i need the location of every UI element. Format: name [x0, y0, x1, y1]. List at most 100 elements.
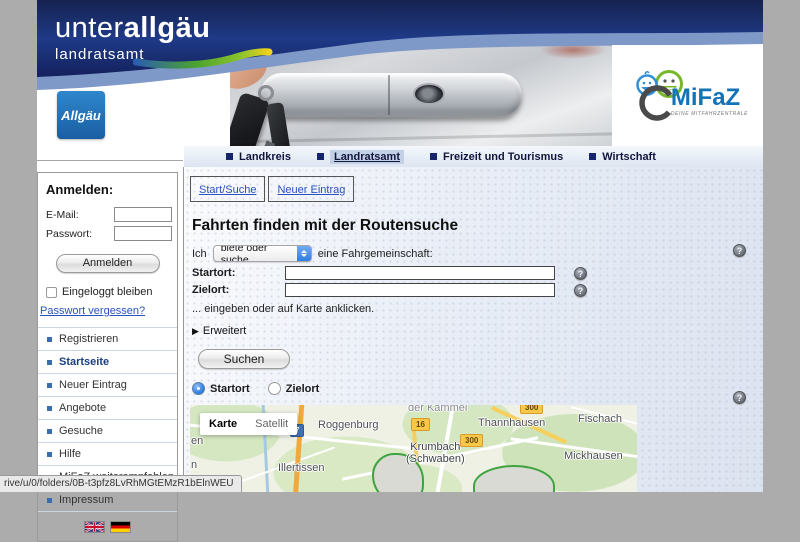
help-icon[interactable]: ?	[733, 391, 746, 404]
nav-item-landratsamt[interactable]: Landratsamt	[317, 150, 404, 164]
ziel-input[interactable]	[285, 283, 555, 297]
stay-logged-in-checkbox[interactable]	[46, 287, 57, 298]
login-button[interactable]: Anmelden	[56, 254, 160, 273]
menu-bullet-icon	[47, 337, 52, 342]
menu-label: Registrieren	[59, 333, 118, 345]
password-label: Passwort:	[46, 228, 92, 240]
sidebar-item-registrieren[interactable]: Registrieren	[38, 327, 177, 350]
mifaz-textcol: MiFaZ DEINE MITFAHRZENTRALE	[671, 87, 748, 117]
password-field[interactable]	[114, 226, 172, 241]
nav-label: Landkreis	[239, 151, 291, 163]
map-canvas[interactable]: der Kammel Roggenburg Thannhausen Fischa…	[190, 405, 637, 492]
uk-flag-icon[interactable]	[84, 521, 105, 533]
help-icon[interactable]: ?	[574, 267, 587, 280]
main-content: Start/Suche Neuer Eintrag Fahrten finden…	[184, 167, 763, 492]
tab-start-suche[interactable]: Start/Suche	[190, 176, 265, 202]
mifaz-tagline: DEINE MITFAHRZENTRALE	[671, 111, 748, 117]
language-flags	[38, 521, 177, 533]
mode-select[interactable]: biete oder suche	[213, 245, 312, 262]
email-row: E-Mail:	[46, 207, 172, 222]
start-input[interactable]	[285, 266, 555, 280]
map-label: Thannhausen	[478, 417, 545, 429]
start-row: Startort:	[192, 266, 555, 280]
map-label: Mickhausen	[564, 450, 623, 462]
logo-text-bold: allgäu	[124, 12, 211, 44]
ziel-label: Zielort:	[192, 284, 285, 296]
email-field[interactable]	[114, 207, 172, 222]
sidebar-item-hilfe[interactable]: Hilfe	[38, 442, 177, 465]
header: unterallgäu landratsamt Allgäu	[37, 0, 763, 146]
radio-unselected-icon[interactable]	[268, 382, 281, 395]
menu-bullet-icon	[47, 452, 52, 457]
german-flag-icon[interactable]	[110, 521, 131, 533]
search-button[interactable]: Suchen	[198, 349, 290, 369]
sidebar-item-angebote[interactable]: Angebote	[38, 396, 177, 419]
route-badge: 300	[520, 405, 543, 414]
district-boundary	[473, 465, 555, 492]
content-tabs: Start/Suche Neuer Eintrag	[190, 176, 354, 202]
sidebar-divider	[37, 160, 183, 161]
advanced-toggle[interactable]: ▶Erweitert	[192, 325, 246, 337]
sentence-suffix: eine Fahrgemeinschaft:	[318, 248, 433, 260]
menu-label: Gesuche	[59, 425, 103, 437]
help-icon[interactable]: ?	[733, 244, 746, 257]
menu-label: Hilfe	[59, 448, 81, 460]
start-label: Startort:	[192, 267, 285, 279]
tab-start-suche-link[interactable]: Start/Suche	[199, 184, 256, 196]
radio-startort[interactable]: Startort	[192, 382, 250, 395]
allgaeu-badge-label: Allgäu	[61, 108, 101, 123]
mifaz-logo-inner: MiFaZ DEINE MITFAHRZENTRALE	[627, 69, 748, 123]
radio-zielort[interactable]: Zielort	[268, 382, 320, 395]
map-mode-radios: Startort Zielort	[192, 382, 319, 395]
nav-item-landkreis[interactable]: Landkreis	[226, 151, 291, 163]
sidebar-item-neuer-eintrag[interactable]: Neuer Eintrag	[38, 373, 177, 396]
menu-label: Neuer Eintrag	[59, 379, 127, 391]
login-title: Anmelden:	[46, 182, 177, 197]
forgot-password-link[interactable]: Passwort vergessen?	[40, 305, 145, 317]
allgaeu-badge[interactable]: Allgäu	[57, 91, 105, 139]
map-hint-text: ... eingeben oder auf Karte anklicken.	[192, 303, 374, 315]
nav-bullet-icon	[430, 153, 437, 160]
nav-bullet-icon	[226, 153, 233, 160]
menu-bullet-icon	[47, 383, 52, 388]
tab-neuer-eintrag-link[interactable]: Neuer Eintrag	[277, 184, 345, 196]
map-type-control: Karte Satellit	[200, 413, 297, 435]
tab-neuer-eintrag[interactable]: Neuer Eintrag	[268, 176, 354, 202]
radio-startort-label: Startort	[210, 383, 250, 395]
status-bar: rive/u/0/folders/0B-t3pfz8LvRhMGtEMzR1bE…	[0, 475, 242, 492]
mode-select-row: Ich biete oder suche eine Fahrgemeinscha…	[192, 245, 433, 262]
sentence-prefix: Ich	[192, 248, 207, 260]
menu-bullet-icon	[47, 406, 52, 411]
logo-text-light: unter	[55, 12, 124, 44]
nav-item-freizeit-tourismus[interactable]: Freizeit und Tourismus	[430, 151, 563, 163]
map-label: der Kammel	[408, 405, 467, 414]
map-wrap: der Kammel Roggenburg Thannhausen Fischa…	[190, 405, 637, 492]
mode-select-value: biete oder suche	[214, 245, 297, 262]
help-icon[interactable]: ?	[574, 284, 587, 297]
stay-logged-in-label: Eingeloggt bleiben	[62, 286, 153, 298]
map-label: en	[191, 435, 203, 447]
nav-bullet-icon	[317, 153, 324, 160]
nav-item-wirtschaft[interactable]: Wirtschaft	[589, 151, 656, 163]
menu-label: Impressum	[59, 494, 113, 506]
password-row: Passwort:	[46, 226, 172, 241]
email-label: E-Mail:	[46, 209, 79, 221]
menu-bullet-icon	[47, 360, 52, 365]
sidebar-item-gesuche[interactable]: Gesuche	[38, 419, 177, 442]
route-badge: 16	[411, 418, 430, 431]
select-stepper-icon	[297, 245, 311, 262]
sidebar: Anmelden: E-Mail: Passwort: Anmelden Ein…	[37, 167, 183, 492]
logo-swoosh-icon	[133, 46, 273, 70]
map-label: Fischach	[578, 413, 622, 425]
mifaz-logo[interactable]: MiFaZ DEINE MITFAHRZENTRALE	[612, 45, 763, 146]
map-label: Roggenburg	[318, 419, 379, 431]
ziel-row: Zielort:	[192, 283, 555, 297]
nav-bullet-icon	[589, 153, 596, 160]
map-type-satellit-button[interactable]: Satellit	[246, 413, 297, 435]
map-type-karte-button[interactable]: Karte	[200, 413, 246, 435]
map-label: n	[191, 459, 197, 471]
site-logo-line1: unterallgäu	[55, 12, 210, 45]
page: unterallgäu landratsamt Allgäu	[37, 0, 763, 492]
sidebar-item-startseite[interactable]: Startseite	[38, 350, 177, 373]
radio-selected-icon[interactable]	[192, 382, 205, 395]
